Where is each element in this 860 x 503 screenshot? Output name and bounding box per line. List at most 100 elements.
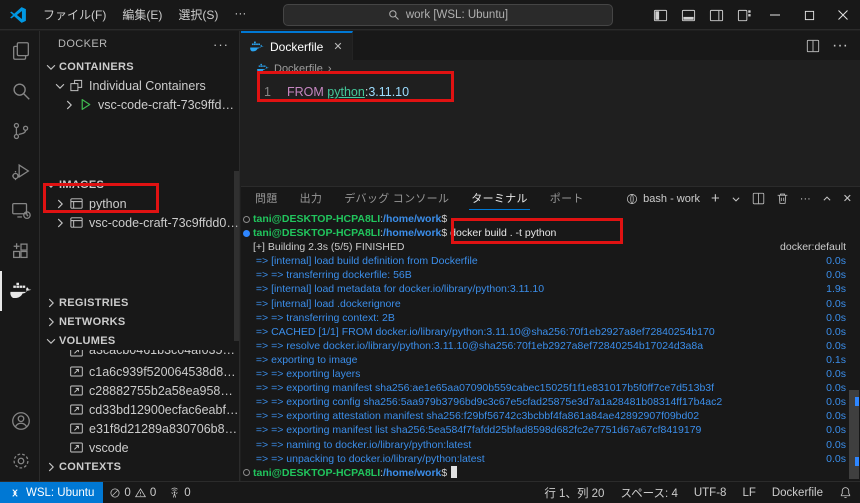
- sidebar-title: DOCKER: [58, 38, 107, 50]
- status-encoding[interactable]: UTF-8: [686, 482, 735, 503]
- terminal-scrollbar[interactable]: [849, 210, 859, 481]
- split-terminal-icon[interactable]: [752, 192, 765, 205]
- panel-more-actions-icon[interactable]: ···: [800, 193, 811, 205]
- prompt-user-host: tani@DESKTOP-HCPA8LI: [253, 226, 380, 240]
- docker-icon[interactable]: [0, 271, 39, 311]
- containers-icon: [68, 78, 84, 94]
- close-button[interactable]: [826, 0, 860, 30]
- command-center[interactable]: work [WSL: Ubuntu]: [283, 4, 613, 26]
- chevron-right-icon: [43, 295, 59, 311]
- step-duration: 0.0s: [826, 381, 846, 395]
- menu-selection[interactable]: 選択(S): [170, 3, 226, 26]
- tree-item-c1a6c939f520064538d8c03a67[interactable]: c1a6c939f520064538d8c03a67...: [40, 362, 239, 381]
- problems-status[interactable]: 0 0: [103, 482, 162, 503]
- tree-item-python[interactable]: python: [40, 194, 239, 213]
- toggle-secondary-sidebar-icon[interactable]: [702, 0, 730, 30]
- remote-explorer-icon[interactable]: [0, 191, 39, 231]
- run-debug-icon[interactable]: [0, 151, 39, 191]
- customize-layout-icon[interactable]: [730, 0, 758, 30]
- ports-status[interactable]: 0: [162, 482, 196, 503]
- sidebar-scrollbar[interactable]: [234, 171, 239, 341]
- maximize-button[interactable]: [792, 0, 826, 30]
- toggle-primary-sidebar-icon[interactable]: [646, 0, 674, 30]
- notifications-bell[interactable]: [831, 482, 860, 503]
- breadcrumb[interactable]: Dockerfile ›: [241, 60, 860, 77]
- twisty-spacer: [52, 383, 68, 399]
- panel-tab-ports[interactable]: ポート: [548, 187, 586, 210]
- accounts-icon[interactable]: [0, 401, 39, 441]
- docker-file-icon-small: [257, 63, 269, 74]
- terminal[interactable]: tani@DESKTOP-HCPA8LI:/home/work$ tani@DE…: [241, 210, 846, 481]
- panel-tab-debug-console[interactable]: デバッグ コンソール: [342, 187, 451, 210]
- chevron-right-icon: [43, 459, 59, 475]
- status-language-mode[interactable]: Dockerfile: [764, 482, 831, 503]
- terminal-dropdown-icon[interactable]: [731, 194, 741, 204]
- terminal-output-line: => [internal] load build definition from…: [253, 254, 846, 268]
- code-area[interactable]: 1 FROM python:3.11.10: [241, 77, 860, 102]
- tree-item-cd33bd12900ecfac6eabf517a10[interactable]: cd33bd12900ecfac6eabf517a10...: [40, 400, 239, 419]
- remote-indicator[interactable]: WSL: Ubuntu: [0, 482, 103, 503]
- section-registries[interactable]: REGISTRIES: [40, 293, 239, 312]
- section-volumes[interactable]: VOLUMES: [40, 331, 239, 350]
- tree-item-vsc-code-craft-73c9ffdd06[interactable]: vsc-code-craft-73c9ffdd06...: [40, 95, 239, 114]
- section-contexts[interactable]: CONTEXTS: [40, 457, 239, 476]
- section-networks[interactable]: NETWORKS: [40, 312, 239, 331]
- panel-tab-problems[interactable]: 問題: [253, 187, 280, 210]
- menu-file[interactable]: ファイル(F): [35, 3, 114, 26]
- status-eol[interactable]: LF: [734, 482, 763, 503]
- tree-label: REGISTRIES: [59, 297, 129, 309]
- new-terminal-icon[interactable]: +: [711, 190, 720, 207]
- build-step-text: => [internal] load .dockerignore: [253, 297, 401, 311]
- tree-item-a3cacb0461b3c04af035eeacc0e[interactable]: a3cacb0461b3c04af035eeacc0e...: [40, 350, 239, 362]
- command-decoration-icon: [243, 469, 250, 476]
- extensions-icon[interactable]: [0, 231, 39, 271]
- line-fill: [715, 325, 826, 339]
- source-control-icon[interactable]: [0, 111, 39, 151]
- sidebar-more-actions-icon[interactable]: ···: [213, 37, 229, 52]
- prompt-symbol: $: [441, 466, 450, 480]
- maximize-panel-icon[interactable]: [822, 194, 832, 204]
- panel-tab-output[interactable]: 出力: [298, 187, 325, 210]
- volume-icon: [68, 440, 84, 456]
- activity-bar: [0, 31, 40, 481]
- search-icon[interactable]: [0, 71, 39, 111]
- tree-label: e31f8d21289a830706b85df07c...: [89, 422, 239, 436]
- kill-terminal-icon[interactable]: [776, 192, 789, 205]
- status-indentation[interactable]: スペース: 4: [612, 482, 685, 503]
- tree-label: vsc-code-craft-73c9ffdd06...: [98, 98, 239, 112]
- tree-item-c28882755b2a58ea958d418ed9[interactable]: c28882755b2a58ea958d418ed9...: [40, 381, 239, 400]
- terminal-prompt-line: tani@DESKTOP-HCPA8LI:/home/work$: [253, 466, 846, 480]
- tree-item-vscode[interactable]: vscode: [40, 438, 239, 457]
- menu-edit[interactable]: 編集(E): [114, 3, 170, 26]
- tree-item-vsc-code-craft-73c9ffdd06d[interactable]: vsc-code-craft-73c9ffdd06d...: [40, 213, 239, 232]
- tab-dockerfile[interactable]: Dockerfile ✕: [241, 31, 353, 60]
- editor-tab-bar: Dockerfile ✕ ···: [241, 31, 860, 60]
- terminal-instance[interactable]: bash - work: [626, 193, 700, 205]
- close-panel-icon[interactable]: ✕: [843, 192, 852, 205]
- tree-spacer: [40, 114, 239, 175]
- split-editor-icon[interactable]: [806, 39, 820, 53]
- terminal-output-line: => => resolve docker.io/library/python:3…: [253, 339, 846, 353]
- toggle-panel-icon[interactable]: [674, 0, 702, 30]
- tab-close-icon[interactable]: ✕: [333, 40, 342, 53]
- settings-icon[interactable]: [0, 441, 39, 481]
- bell-icon: [839, 486, 852, 499]
- status-cursor-position[interactable]: 行 1、列 20: [536, 482, 612, 503]
- section-images[interactable]: IMAGES: [40, 175, 239, 194]
- terminal-output-line: => => exporting config sha256:5aa979b379…: [253, 395, 846, 409]
- docker-sidebar: DOCKER ··· CONTAINERSIndividual Containe…: [40, 31, 240, 481]
- token-image-link[interactable]: python: [327, 85, 365, 99]
- tree-item-individual-containers[interactable]: Individual Containers: [40, 76, 239, 95]
- editor-more-actions-icon[interactable]: ···: [832, 37, 848, 55]
- tree-label: c1a6c939f520064538d8c03a67...: [89, 365, 239, 379]
- errors-count: 0: [124, 487, 130, 499]
- section-containers[interactable]: CONTAINERS: [40, 57, 239, 76]
- explorer-icon[interactable]: [0, 31, 39, 71]
- tree-label: VOLUMES: [59, 335, 116, 347]
- menu-more[interactable]: ···: [226, 3, 254, 26]
- minimize-button[interactable]: [758, 0, 792, 30]
- panel-tab-terminal[interactable]: ターミナル: [469, 187, 530, 210]
- scrollbar-command-mark: [855, 397, 859, 406]
- builder-name: docker:default: [780, 240, 846, 254]
- tree-item-e31f8d21289a830706b85df07c[interactable]: e31f8d21289a830706b85df07c...: [40, 419, 239, 438]
